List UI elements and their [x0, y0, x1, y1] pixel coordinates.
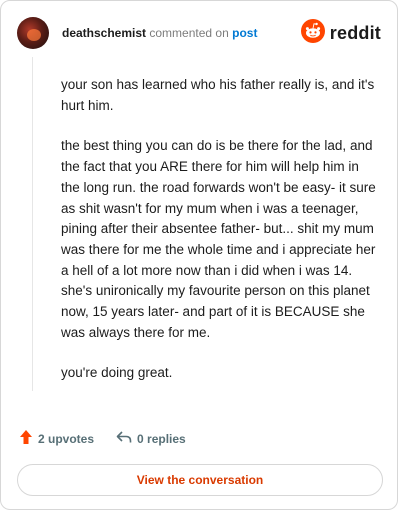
byline-action-text: commented on	[149, 26, 229, 40]
comment-card: deathschemist commented on post reddit y…	[0, 0, 398, 510]
reply-arrow-icon	[116, 430, 137, 447]
upvote-arrow-icon	[19, 429, 38, 448]
reply-button[interactable]: 0 replies	[116, 430, 186, 447]
avatar[interactable]	[17, 17, 49, 49]
upvote-count: 2 upvotes	[38, 431, 95, 446]
thread-line	[32, 57, 33, 391]
reddit-logo-icon	[300, 18, 325, 48]
view-conversation-button[interactable]: View the conversation	[17, 464, 383, 496]
comment-header: deathschemist commented on post reddit	[17, 15, 381, 51]
username-link[interactable]: deathschemist	[62, 26, 146, 40]
byline: deathschemist commented on post	[62, 26, 257, 40]
reddit-brand[interactable]: reddit	[300, 18, 381, 48]
brand-wordmark: reddit	[329, 22, 381, 43]
comment-actions: 2 upvotes 0 replies	[19, 429, 208, 448]
reply-count: 0 replies	[137, 431, 186, 446]
comment-paragraph: the best thing you can do is be there fo…	[61, 138, 376, 340]
comment-body: your son has learned who his father real…	[61, 75, 379, 404]
comment-paragraph: your son has learned who his father real…	[61, 77, 375, 113]
upvote-button[interactable]: 2 upvotes	[19, 429, 94, 448]
post-link[interactable]: post	[232, 26, 257, 40]
comment-paragraph: you're doing great.	[61, 365, 173, 381]
